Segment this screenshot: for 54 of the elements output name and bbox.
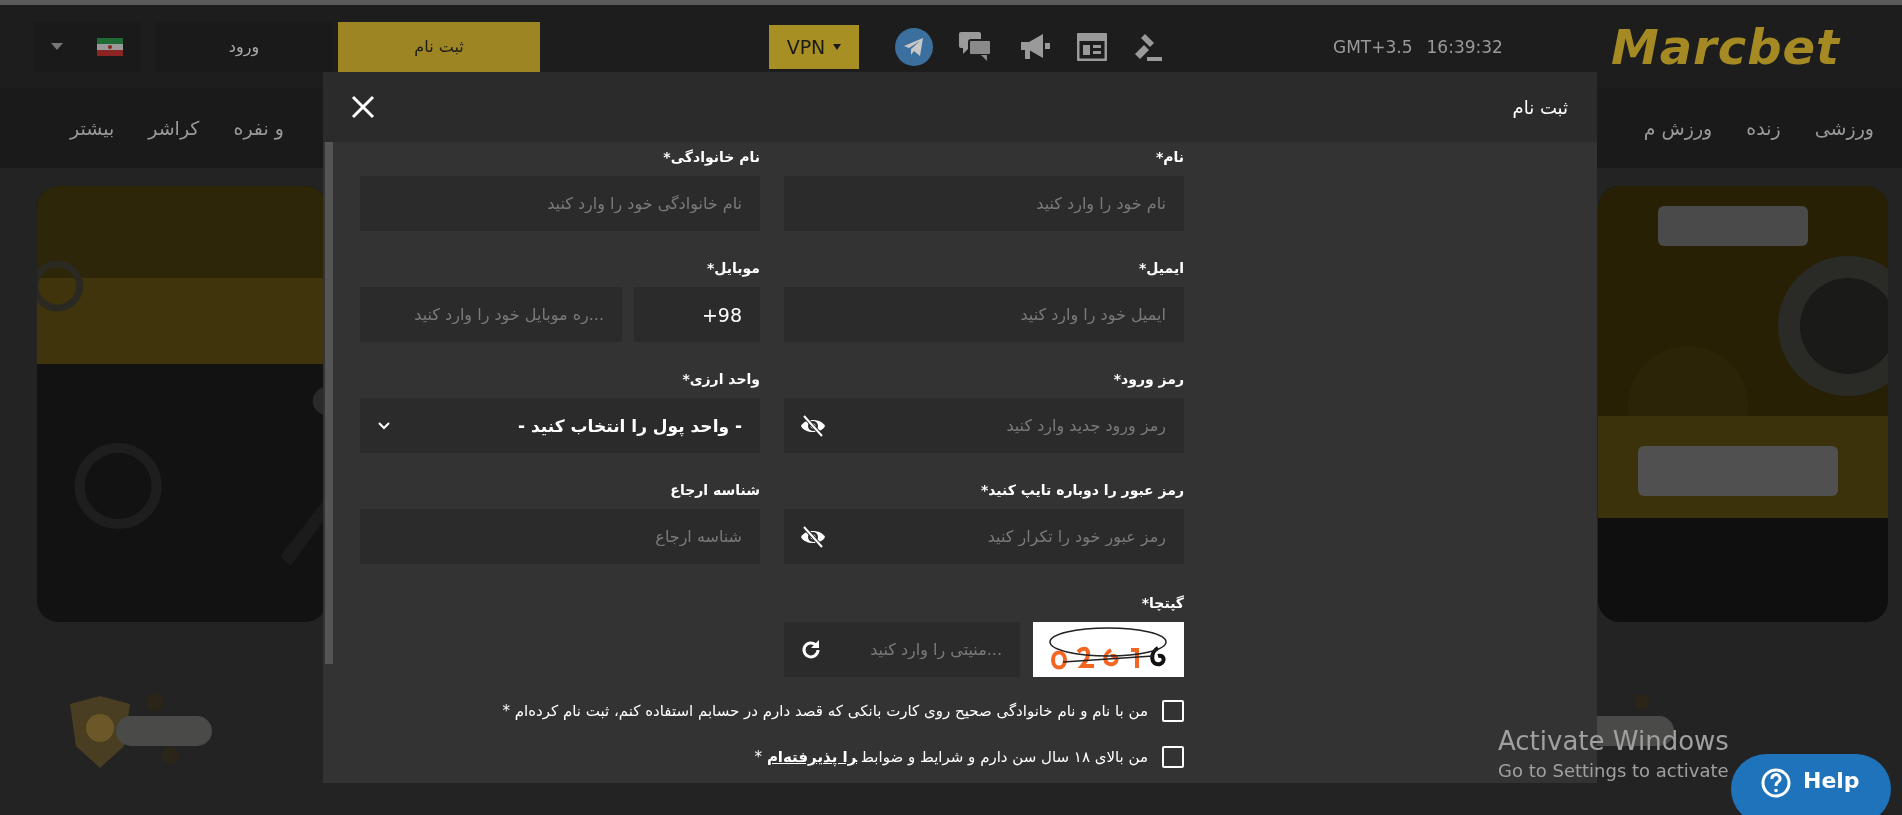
field-label: واحد ارزی* (681, 370, 760, 390)
chat-icon[interactable] (959, 31, 993, 62)
gavel-icon[interactable] (1133, 31, 1163, 62)
logo[interactable]: Marcbet (1610, 18, 1840, 75)
password-field[interactable]: رمز ورود جدید وارد کنید (784, 398, 1184, 453)
dialog-title: ثبت نام (1512, 96, 1568, 118)
field-label: گپتچا* (1140, 594, 1184, 613)
telegram-icon[interactable] (895, 27, 933, 66)
checkbox[interactable] (1162, 746, 1184, 768)
password-field[interactable]: رمز عبور خود را تکرار کنید (784, 509, 1184, 564)
country-code-field[interactable]: +98 (634, 287, 760, 342)
nav-item[interactable]: و نفره (233, 117, 284, 139)
input-field[interactable]: نام خانوادگی خود را وارد کنید (360, 176, 760, 231)
question-icon (1761, 768, 1791, 798)
terms-link[interactable]: را پذیرفته‌ام (766, 748, 857, 766)
refresh-icon[interactable] (800, 638, 822, 661)
input-field[interactable]: نام خود را وارد کنید (784, 176, 1184, 231)
news-icon[interactable] (1077, 32, 1107, 61)
field-label: نام خانوادگی* (662, 148, 760, 168)
input-field[interactable]: شناسه ارجاع (360, 509, 760, 564)
megaphone-icon[interactable] (1019, 31, 1051, 62)
field-label: نام* (1154, 148, 1184, 167)
agreement-text: من بالای ۱۸ سال سن دارم و شرایط و ضوابط را پذیرفته‌ام * (754, 748, 1148, 766)
field-label: موبایل* (705, 259, 760, 279)
clock-time: 16:39:32 (1426, 36, 1503, 57)
chevron-down-icon (378, 421, 390, 430)
caret-icon (51, 42, 63, 51)
field-label: ایمیل* (1138, 259, 1184, 278)
activation-notice-title: Activate Windows (1498, 726, 1729, 756)
caret-icon (833, 43, 842, 50)
nav-item[interactable]: کراشر (148, 117, 200, 139)
register-button[interactable]: ثبت نام (338, 21, 540, 72)
eye-slash-icon[interactable] (800, 525, 826, 548)
scrollbar[interactable] (325, 142, 333, 664)
time-zone: GMT+3.5 (1333, 36, 1413, 57)
nav-item[interactable]: بیشتر (70, 117, 115, 139)
field-label: رمز عبور را دوباره تایپ کنید* (979, 481, 1184, 501)
activation-notice-text: Go to Settings to activate (1498, 760, 1729, 781)
nav-item[interactable]: ورزشی (1814, 117, 1874, 139)
vpn-button[interactable]: VPN (769, 24, 859, 69)
nav-item[interactable]: ورزش م (1643, 117, 1713, 139)
field-label: رمز ورود* (1112, 370, 1184, 390)
captcha-field[interactable]: ...منیتی را وارد کنید (784, 622, 1020, 677)
flag-icon (97, 37, 123, 56)
checkbox[interactable] (1162, 700, 1184, 722)
agreement-text: من با نام و نام خانوادگی صحیح روی کارت بانکی که قصد دارم در حسابم استفاده کنم، ثبت نام کرده‌ام * (502, 702, 1148, 720)
phone-field[interactable]: ...ره موبایل خود را وارد کنید (360, 287, 622, 342)
nav-item[interactable]: زنده (1746, 117, 1781, 139)
currency-select[interactable]: - واحد پول را انتخاب کنید - (360, 398, 760, 453)
help-button[interactable]: Help (1731, 754, 1891, 815)
eye-slash-icon[interactable] (800, 414, 826, 437)
close-icon[interactable] (351, 95, 375, 119)
field-label: شناسه ارجاع (669, 481, 760, 500)
input-field[interactable]: ایمیل خود را وارد کنید (784, 287, 1184, 342)
